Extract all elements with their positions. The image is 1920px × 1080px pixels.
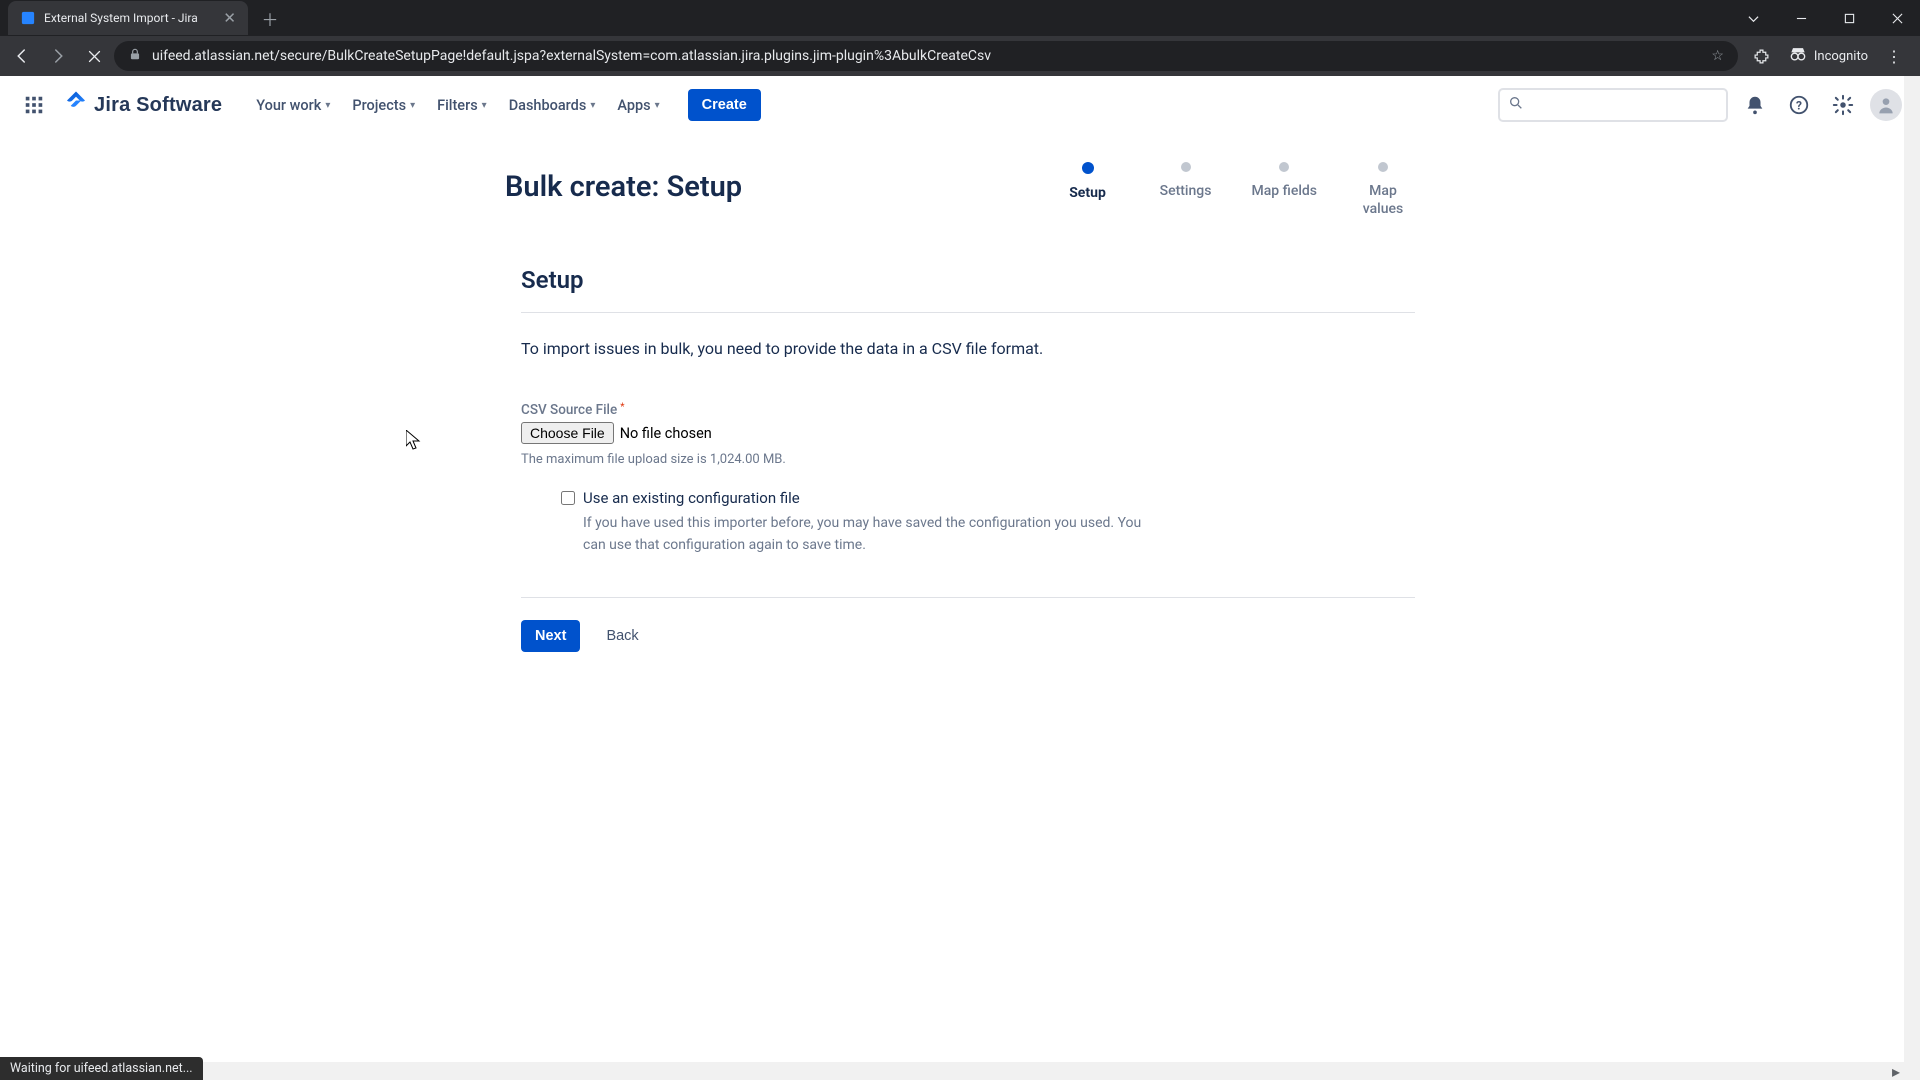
avatar[interactable] bbox=[1870, 89, 1902, 121]
create-button[interactable]: Create bbox=[688, 89, 761, 121]
nav-your-work[interactable]: Your work▾ bbox=[246, 91, 340, 120]
bookmark-icon[interactable]: ☆ bbox=[1711, 48, 1724, 64]
divider bbox=[521, 312, 1415, 313]
csv-file-label: CSV Source File bbox=[521, 402, 617, 418]
new-tab-button[interactable]: ＋ bbox=[256, 4, 284, 32]
settings-icon[interactable] bbox=[1826, 88, 1860, 122]
page-title: Bulk create: Setup bbox=[505, 162, 742, 204]
scrollbar-horizontal[interactable] bbox=[0, 1062, 1920, 1080]
step-dot-icon bbox=[1181, 162, 1191, 172]
incognito-badge[interactable]: Incognito bbox=[1784, 44, 1872, 68]
required-mark: * bbox=[620, 402, 624, 413]
maximize-icon[interactable] bbox=[1826, 2, 1872, 34]
search-icon bbox=[1508, 95, 1524, 115]
help-icon[interactable]: ? bbox=[1782, 88, 1816, 122]
jira-header: Jira Software Your work▾ Projects▾ Filte… bbox=[0, 76, 1920, 134]
url-field[interactable]: uifeed.atlassian.net/secure/BulkCreateSe… bbox=[114, 41, 1738, 71]
content-area: Bulk create: Setup Setup Settings Map fi… bbox=[0, 134, 1920, 1080]
file-status-text: No file chosen bbox=[620, 425, 712, 442]
back-icon[interactable] bbox=[6, 40, 38, 72]
divider bbox=[521, 597, 1415, 598]
notifications-icon[interactable] bbox=[1738, 88, 1772, 122]
tab-search-icon[interactable] bbox=[1730, 2, 1776, 34]
nav-projects[interactable]: Projects▾ bbox=[342, 91, 425, 120]
browser-menu-icon[interactable]: ⋮ bbox=[1880, 42, 1908, 70]
incognito-icon bbox=[1788, 44, 1808, 68]
existing-config-group: Use an existing configuration file If yo… bbox=[561, 489, 1415, 556]
step-settings[interactable]: Settings bbox=[1154, 162, 1218, 218]
forward-icon[interactable] bbox=[42, 40, 74, 72]
tab-bar: External System Import - Jira ✕ ＋ bbox=[0, 0, 1920, 36]
minimize-icon[interactable] bbox=[1778, 2, 1824, 34]
lock-icon bbox=[128, 47, 142, 65]
nav-filters[interactable]: Filters▾ bbox=[427, 91, 497, 120]
window-controls bbox=[1730, 2, 1920, 34]
back-button[interactable]: Back bbox=[602, 624, 642, 648]
jira-logo[interactable]: Jira Software bbox=[56, 90, 230, 120]
url-text: uifeed.atlassian.net/secure/BulkCreateSe… bbox=[152, 48, 1701, 64]
next-button[interactable]: Next bbox=[521, 620, 580, 652]
intro-text: To import issues in bulk, you need to pr… bbox=[521, 337, 1415, 361]
form-actions: Next Back bbox=[521, 620, 1415, 652]
chevron-down-icon: ▾ bbox=[482, 100, 487, 111]
stop-reload-icon[interactable] bbox=[78, 40, 110, 72]
chevron-down-icon: ▾ bbox=[590, 100, 595, 111]
app-switcher-icon[interactable] bbox=[18, 89, 50, 121]
tab-title: External System Import - Jira bbox=[44, 11, 198, 25]
step-dot-icon bbox=[1378, 162, 1388, 172]
close-tab-icon[interactable]: ✕ bbox=[223, 9, 236, 27]
favicon-icon bbox=[20, 10, 36, 26]
scroll-right-icon[interactable]: ▸ bbox=[1888, 1062, 1904, 1080]
existing-config-label: Use an existing configuration file bbox=[583, 489, 800, 507]
incognito-label: Incognito bbox=[1814, 49, 1868, 64]
nav-apps[interactable]: Apps▾ bbox=[607, 91, 669, 120]
choose-file-button[interactable]: Choose File bbox=[521, 422, 614, 444]
progress-stepper: Setup Settings Map fields Map values bbox=[1056, 162, 1415, 218]
chevron-down-icon: ▾ bbox=[325, 100, 330, 111]
file-size-hint: The maximum file upload size is 1,024.00… bbox=[521, 452, 1415, 467]
step-map-fields[interactable]: Map fields bbox=[1252, 162, 1317, 218]
step-map-values[interactable]: Map values bbox=[1351, 162, 1415, 218]
existing-config-checkbox-row[interactable]: Use an existing configuration file bbox=[561, 489, 1415, 507]
browser-chrome: External System Import - Jira ✕ ＋ uifeed… bbox=[0, 0, 1920, 76]
chevron-down-icon: ▾ bbox=[655, 100, 660, 111]
chevron-down-icon: ▾ bbox=[410, 100, 415, 111]
product-name: Jira Software bbox=[94, 94, 222, 117]
existing-config-checkbox[interactable] bbox=[561, 491, 575, 505]
jira-mark-icon bbox=[64, 90, 88, 120]
header-right: ? bbox=[1498, 88, 1902, 122]
step-dot-icon bbox=[1279, 162, 1289, 172]
browser-status-bar: Waiting for uifeed.atlassian.net... bbox=[0, 1057, 203, 1080]
nav-items: Your work▾ Projects▾ Filters▾ Dashboards… bbox=[246, 91, 669, 120]
svg-text:?: ? bbox=[1796, 99, 1802, 113]
csv-file-field: CSV Source File* Choose File No file cho… bbox=[521, 399, 1415, 467]
step-dot-icon bbox=[1082, 162, 1094, 174]
window-close-icon[interactable] bbox=[1874, 2, 1920, 34]
section-title: Setup bbox=[505, 266, 1415, 294]
search-input[interactable] bbox=[1498, 88, 1728, 122]
extensions-icon[interactable] bbox=[1748, 42, 1776, 70]
browser-tab[interactable]: External System Import - Jira ✕ bbox=[8, 1, 248, 35]
existing-config-hint: If you have used this importer before, y… bbox=[583, 513, 1143, 556]
step-setup[interactable]: Setup bbox=[1056, 162, 1120, 218]
nav-dashboards[interactable]: Dashboards▾ bbox=[499, 91, 606, 120]
address-bar: uifeed.atlassian.net/secure/BulkCreateSe… bbox=[0, 36, 1920, 76]
